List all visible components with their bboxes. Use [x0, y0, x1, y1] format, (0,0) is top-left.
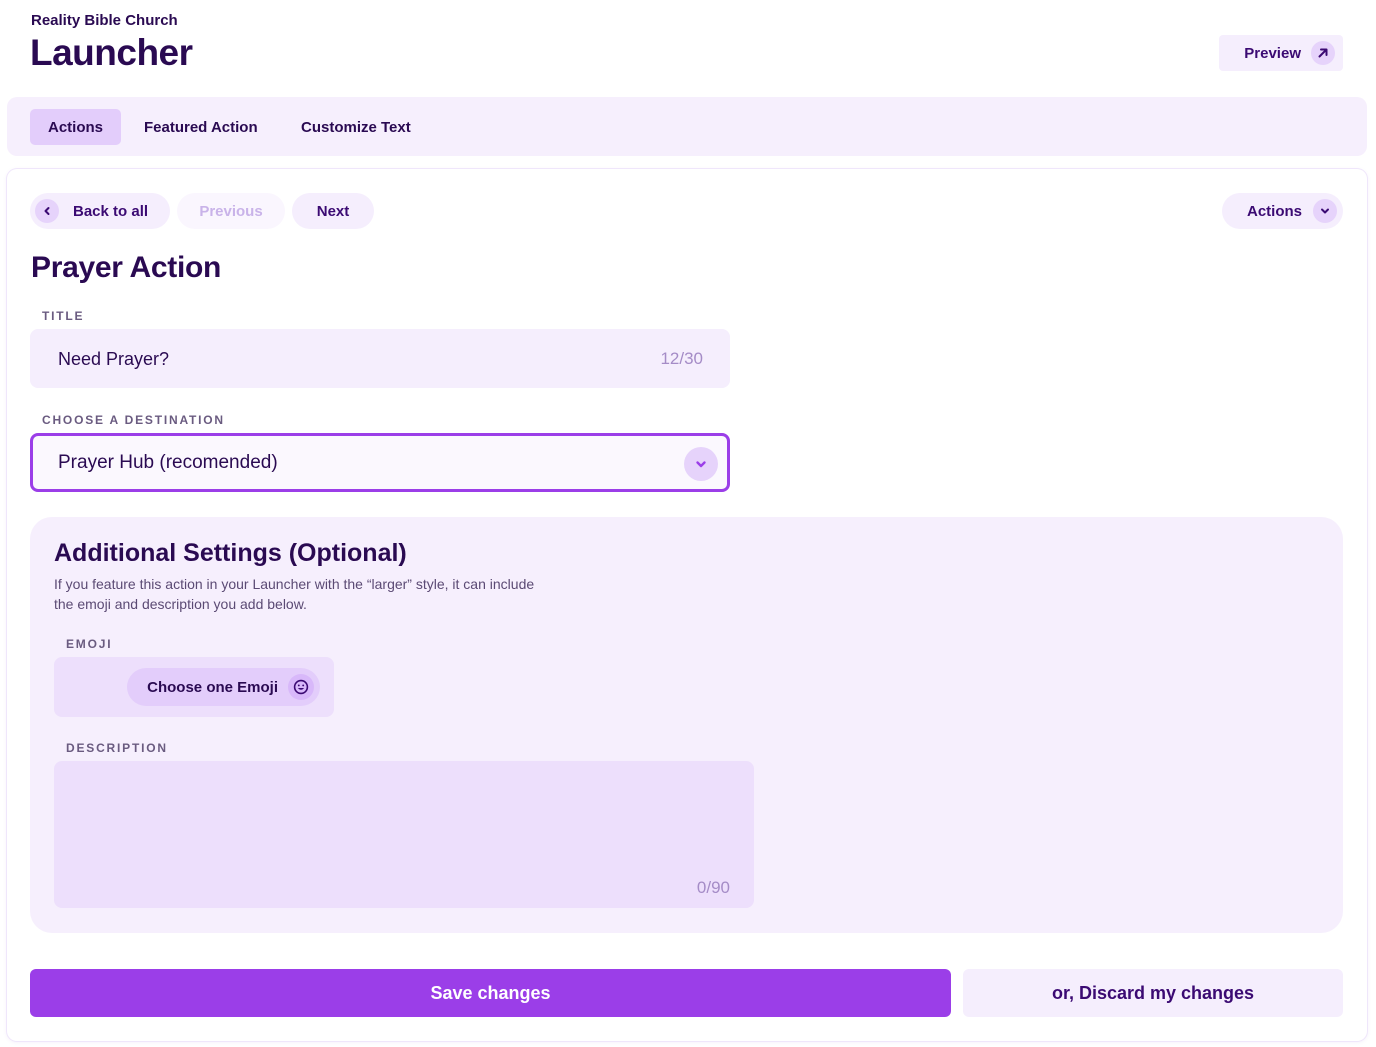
- emoji-field: Choose one Emoji: [54, 657, 334, 717]
- discard-changes-button[interactable]: or, Discard my changes: [963, 969, 1343, 1017]
- tab-actions[interactable]: Actions: [30, 109, 122, 145]
- chevron-down-icon: [684, 447, 718, 481]
- title-input-value: Need Prayer?: [58, 349, 170, 369]
- choose-emoji-label: Choose one Emoji: [147, 678, 278, 696]
- destination-select-value: Prayer Hub (recomended): [58, 452, 278, 473]
- page-title: Launcher: [30, 32, 193, 73]
- additional-settings-panel: Additional Settings (Optional) If you fe…: [30, 517, 1343, 933]
- destination-field-label: CHOOSE A DESTINATION: [42, 413, 225, 427]
- emoji-field-label: EMOJI: [66, 637, 113, 651]
- section-title: Prayer Action: [31, 251, 222, 284]
- title-input[interactable]: Need Prayer? 12/30: [30, 329, 730, 388]
- title-char-count: 12/30: [660, 349, 703, 368]
- tab-bar: Actions Featured Action Customize Text: [7, 97, 1367, 156]
- actions-dropdown-label: Actions: [1246, 202, 1302, 220]
- next-button[interactable]: Next: [292, 193, 374, 229]
- chevron-down-icon: [1313, 199, 1337, 223]
- chevron-left-icon: [35, 199, 59, 223]
- choose-emoji-button[interactable]: Choose one Emoji: [127, 668, 320, 706]
- back-to-all-button[interactable]: Back to all: [30, 193, 170, 229]
- org-name: Reality Bible Church: [31, 12, 178, 29]
- description-textarea[interactable]: 0/90: [54, 761, 754, 908]
- preview-button[interactable]: Preview: [1219, 35, 1343, 71]
- smiley-icon: [288, 674, 314, 700]
- description-field-label: DESCRIPTION: [66, 741, 168, 755]
- destination-select[interactable]: Prayer Hub (recomended): [30, 433, 730, 492]
- back-to-all-label: Back to all: [73, 202, 149, 220]
- additional-settings-description: If you feature this action in your Launc…: [54, 576, 535, 612]
- actions-dropdown-button[interactable]: Actions: [1222, 193, 1343, 229]
- tab-customize-text[interactable]: Customize Text: [283, 109, 429, 145]
- additional-settings-heading: Additional Settings (Optional): [54, 539, 407, 567]
- save-changes-button[interactable]: Save changes: [30, 969, 951, 1017]
- preview-button-label: Preview: [1244, 44, 1301, 62]
- title-field-label: TITLE: [42, 309, 85, 323]
- tab-featured-action[interactable]: Featured Action: [126, 109, 276, 145]
- previous-button[interactable]: Previous: [177, 193, 285, 229]
- description-char-count: 0/90: [696, 878, 730, 897]
- action-editor-card: Back to all Previous Next Actions Prayer…: [7, 169, 1367, 1041]
- arrow-up-right-icon: [1311, 41, 1335, 65]
